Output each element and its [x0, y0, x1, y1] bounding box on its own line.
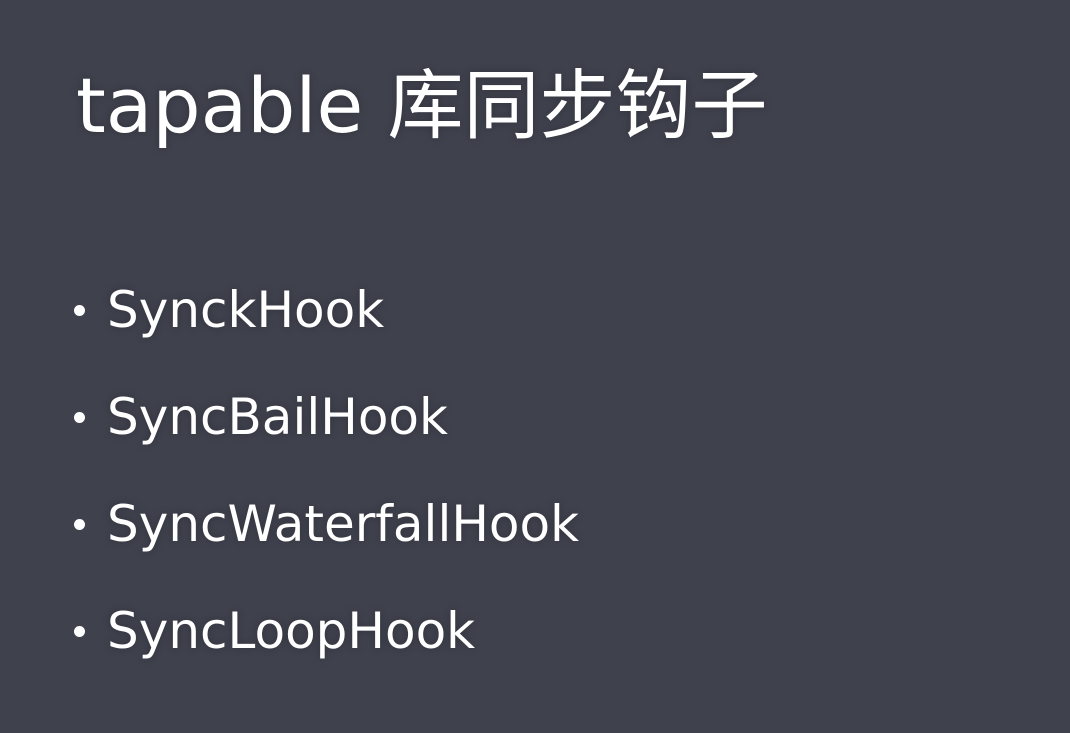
slide-title: tapable 库同步钩子 — [76, 61, 768, 150]
bullet-icon — [74, 625, 85, 637]
list-item-synck-hook: SynckHook — [74, 250, 579, 370]
bullet-icon — [74, 304, 85, 316]
list-item-sync-loop-hook: SyncLoopHook — [74, 571, 579, 691]
bullet-icon — [74, 518, 85, 530]
list-item-label: SyncBailHook — [107, 388, 448, 446]
slide: tapable 库同步钩子 SynckHook SyncBailHook Syn… — [0, 0, 1070, 733]
list-item-label: SynckHook — [107, 281, 385, 339]
hook-list: SynckHook SyncBailHook SyncWaterfallHook… — [74, 250, 579, 691]
list-item-sync-bail-hook: SyncBailHook — [74, 357, 579, 477]
bullet-icon — [74, 411, 85, 423]
list-item-sync-waterfall-hook: SyncWaterfallHook — [74, 464, 579, 584]
list-item-label: SyncLoopHook — [107, 602, 476, 660]
list-item-label: SyncWaterfallHook — [107, 495, 580, 553]
